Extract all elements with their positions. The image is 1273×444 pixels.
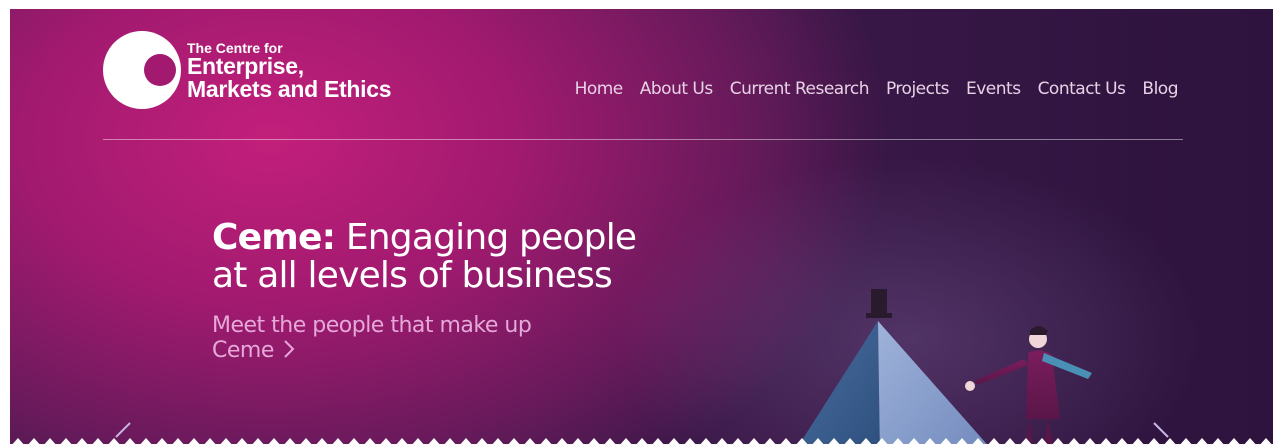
nav-item-home[interactable]: Home xyxy=(575,79,624,99)
nav-item-contact-us[interactable]: Contact Us xyxy=(1038,79,1126,99)
hero-banner: The Centre for Enterprise, Markets and E… xyxy=(10,9,1273,444)
hero-title-line2: at all levels of business xyxy=(212,255,613,296)
nav-item-events[interactable]: Events xyxy=(966,79,1021,99)
hero-illustration xyxy=(799,289,1092,444)
nav-item-projects[interactable]: Projects xyxy=(886,79,950,99)
hero-subtitle: Meet the people that make up Ceme xyxy=(212,313,532,363)
nav-item-blog[interactable]: Blog xyxy=(1142,79,1178,99)
nav-item-about-us[interactable]: About Us xyxy=(640,79,713,99)
hero-title-rest: Engaging people xyxy=(335,217,637,258)
zigzag-edge xyxy=(10,435,1273,444)
header-divider xyxy=(103,139,1183,140)
chevron-right-icon xyxy=(284,340,295,358)
logo-line-3: Markets and Ethics xyxy=(187,76,392,102)
main-nav: Home About Us Current Research Projects … xyxy=(575,79,1179,99)
hero-title: Ceme: Engaging people at all levels of b… xyxy=(212,217,637,296)
hero-subtitle-link[interactable]: Meet the people that make up Ceme xyxy=(212,313,572,363)
site-logo[interactable]: The Centre for Enterprise, Markets and E… xyxy=(103,31,392,109)
hero-title-bold: Ceme: xyxy=(212,217,336,258)
logo-text: The Centre for Enterprise, Markets and E… xyxy=(187,41,392,102)
nav-item-current-research[interactable]: Current Research xyxy=(730,79,870,99)
ceme-logo-mark-icon xyxy=(103,31,181,109)
logo-line-2: Enterprise, xyxy=(187,53,304,79)
